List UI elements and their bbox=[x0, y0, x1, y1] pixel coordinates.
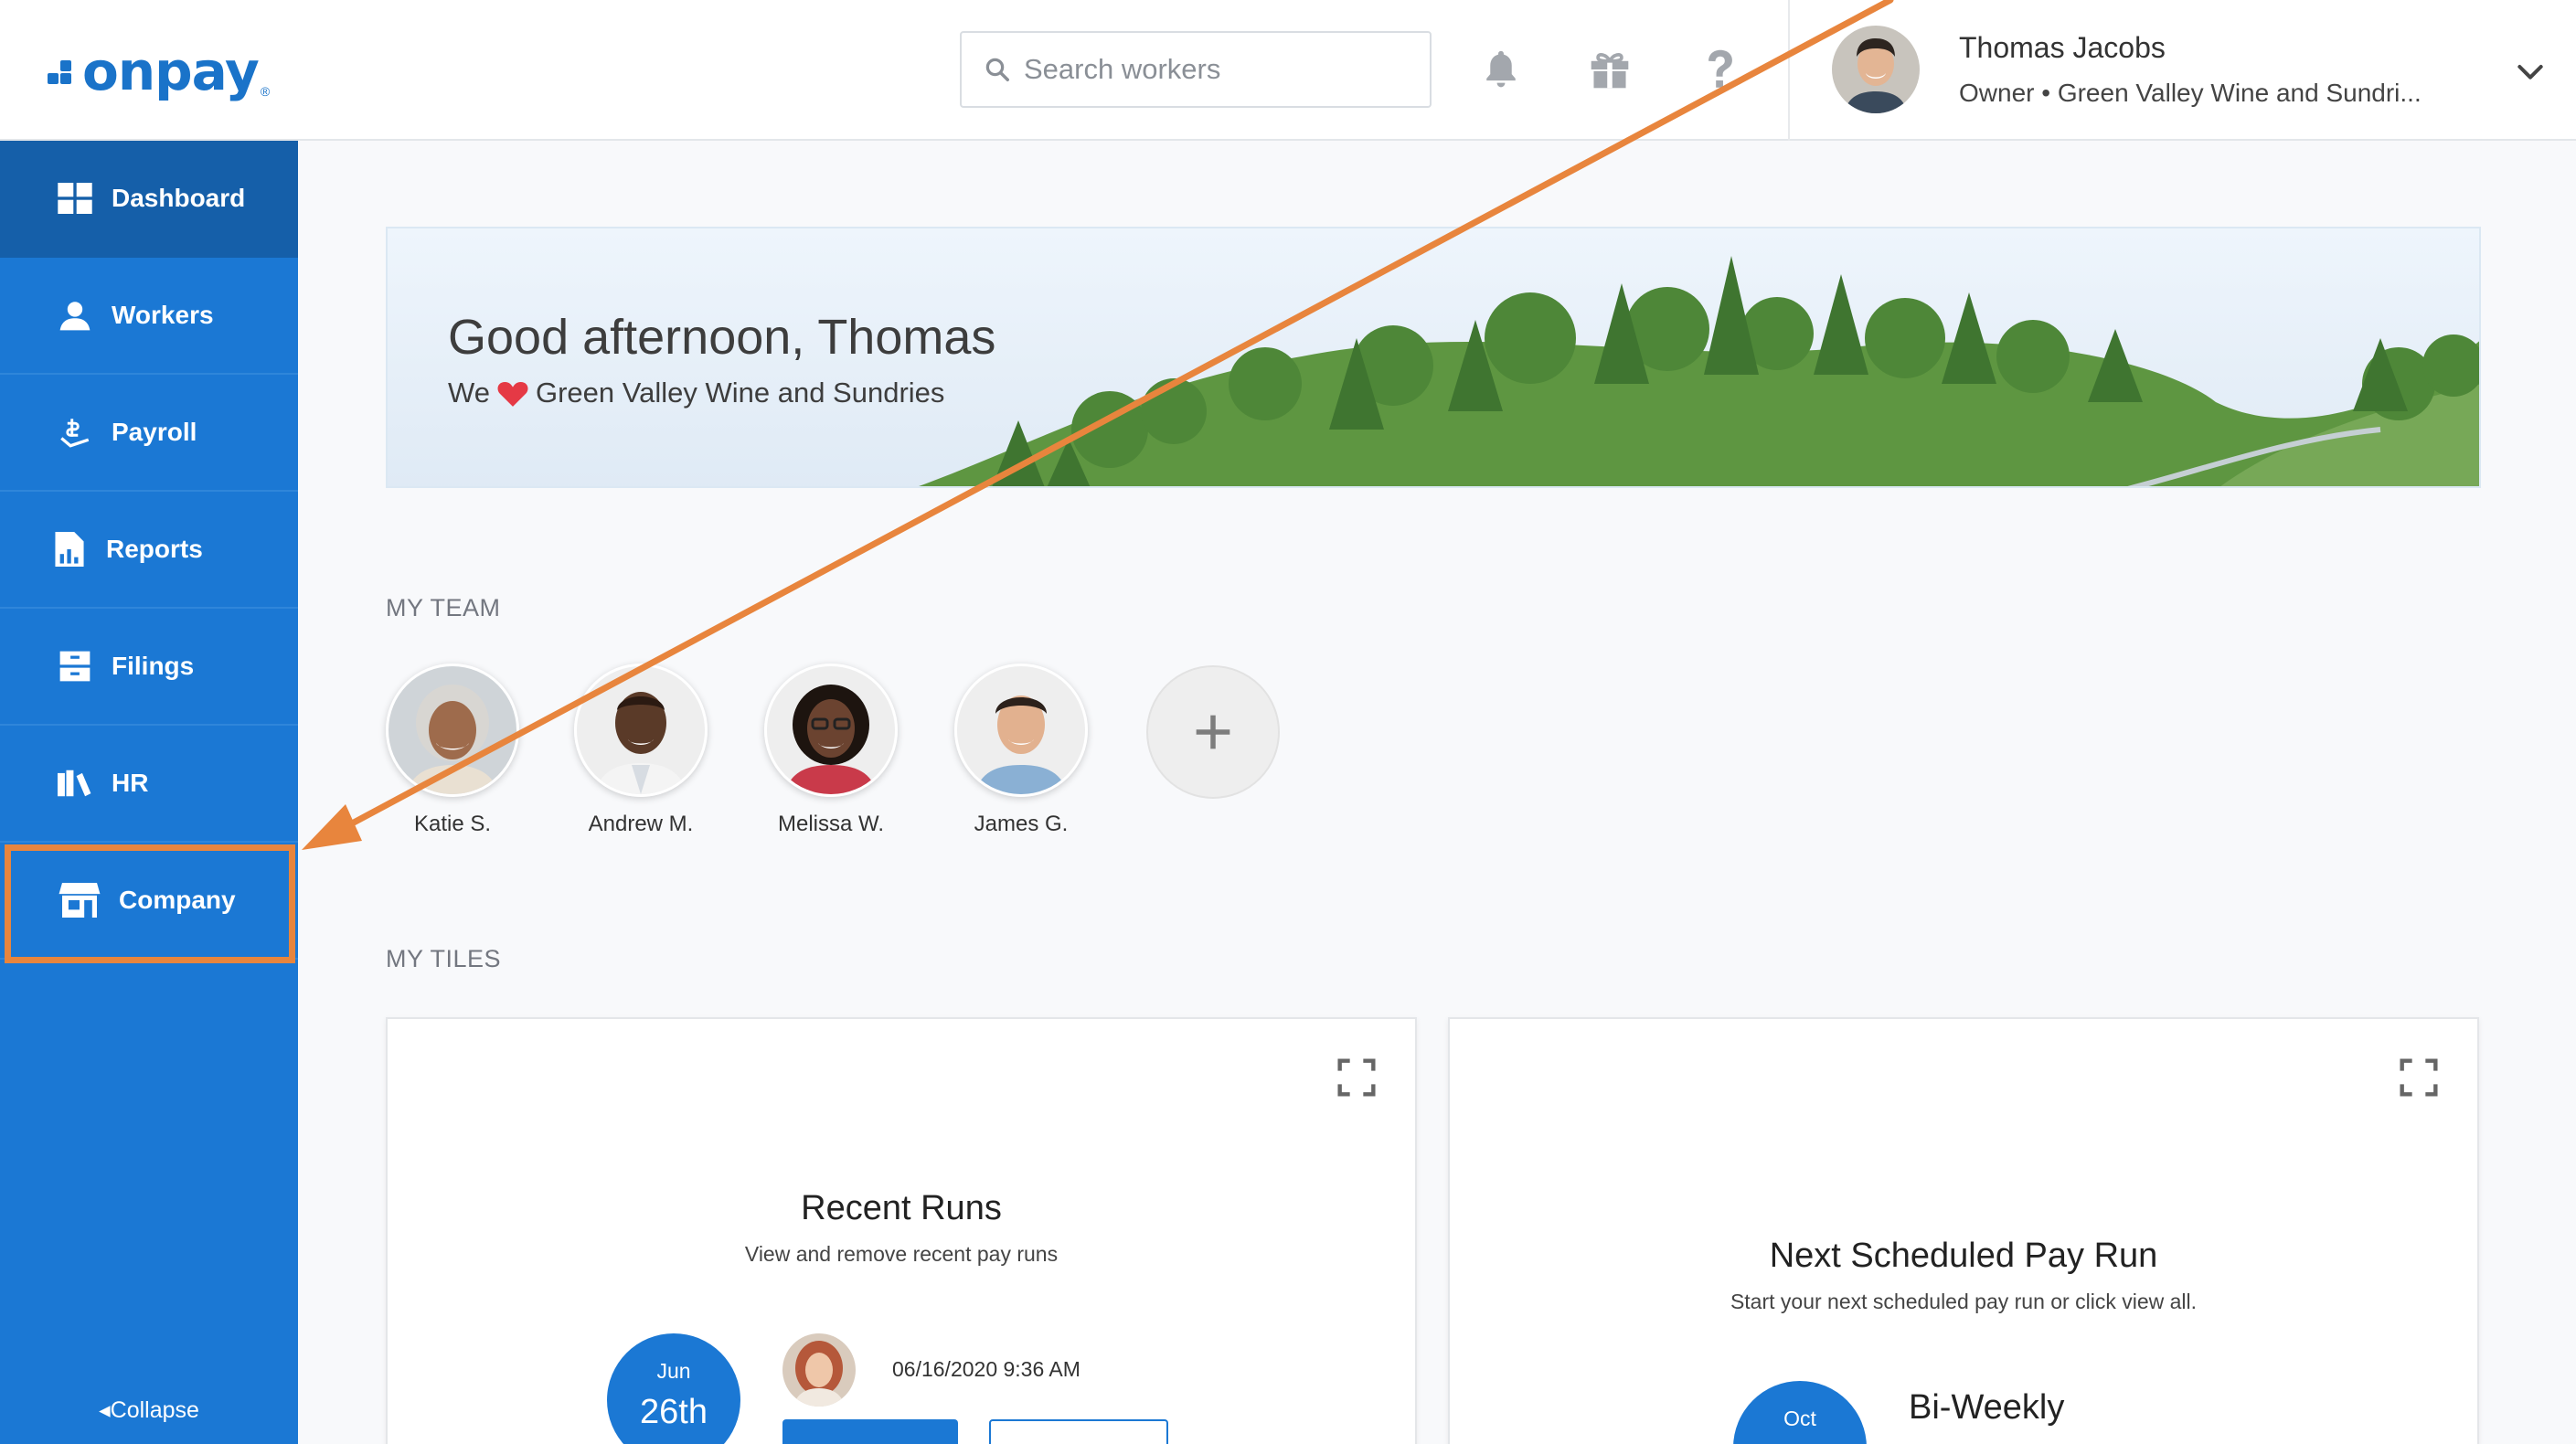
member-name: Melissa W. bbox=[777, 812, 884, 836]
hr-icon bbox=[57, 765, 93, 802]
run-primary-button[interactable] bbox=[782, 1419, 958, 1444]
pay-date-badge: Oct bbox=[1733, 1381, 1867, 1444]
team-member-andrew[interactable]: Andrew M. bbox=[572, 664, 709, 837]
user-role: Owner • Green Valley Wine and Sundri... bbox=[1959, 79, 2422, 107]
avatar bbox=[764, 664, 898, 797]
my-tiles-label: MY TILES bbox=[386, 945, 502, 972]
sidebar-item-filings[interactable]: Filings bbox=[0, 609, 298, 726]
member-name: Andrew M. bbox=[588, 812, 694, 836]
add-team-member-button[interactable] bbox=[1146, 665, 1280, 799]
sidebar-item-label: Reports bbox=[106, 535, 203, 563]
pay-frequency: Bi-Weekly bbox=[1909, 1388, 2065, 1427]
dashboard-icon bbox=[57, 180, 93, 217]
member-name: James G. bbox=[974, 812, 1069, 836]
sidebar-item-label: Filings bbox=[112, 652, 195, 680]
top-header: onpay ® Search workers Thomas Jacobs Own… bbox=[0, 0, 2576, 141]
run-secondary-button[interactable] bbox=[989, 1419, 1168, 1444]
tile-title: Next Scheduled Pay Run bbox=[1769, 1237, 2158, 1275]
avatar bbox=[386, 664, 519, 797]
tile-title: Recent Runs bbox=[801, 1189, 1002, 1227]
greeting-banner: Good afternoon, Thomas We Green Valley W… bbox=[386, 227, 2481, 488]
logo-registered-mark: ® bbox=[260, 84, 271, 99]
help-icon[interactable] bbox=[1691, 40, 1750, 99]
sidebar-item-dashboard[interactable]: Dashboard bbox=[0, 141, 298, 258]
logo-mark-icon bbox=[48, 60, 77, 90]
user-name: Thomas Jacobs bbox=[1959, 31, 2166, 64]
greeting-title: Good afternoon, Thomas bbox=[448, 310, 996, 365]
sidebar-item-workers[interactable]: Workers bbox=[0, 258, 298, 375]
sidebar-item-payroll[interactable]: Payroll bbox=[0, 375, 298, 492]
chevron-down-icon[interactable] bbox=[2512, 53, 2549, 90]
notifications-bell-icon[interactable] bbox=[1472, 40, 1530, 99]
plus-icon bbox=[1196, 715, 1230, 749]
header-divider bbox=[1788, 0, 1790, 141]
expand-icon[interactable] bbox=[2399, 1057, 2439, 1098]
search-input[interactable] bbox=[1024, 53, 1408, 86]
collapse-label: Collapse bbox=[110, 1397, 199, 1423]
greeting-prefix: We bbox=[448, 377, 490, 409]
run-timestamp: 06/16/2020 9:36 AM bbox=[892, 1357, 1080, 1381]
caret-left-icon: ◂ bbox=[99, 1397, 111, 1423]
payroll-icon bbox=[57, 414, 93, 451]
workers-icon bbox=[57, 297, 93, 334]
sidebar-item-label: HR bbox=[112, 769, 149, 797]
search-icon bbox=[985, 58, 1009, 81]
onpay-logo[interactable]: onpay ® bbox=[48, 35, 270, 108]
reports-icon bbox=[51, 531, 88, 568]
team-member-melissa[interactable]: Melissa W. bbox=[762, 664, 899, 837]
company-name: Green Valley Wine and Sundries bbox=[535, 377, 945, 409]
filings-icon bbox=[57, 648, 93, 685]
heart-icon bbox=[497, 381, 528, 407]
team-member-james[interactable]: James G. bbox=[953, 664, 1090, 837]
expand-icon[interactable] bbox=[1336, 1057, 1377, 1098]
tile-subtitle: View and remove recent pay runs bbox=[744, 1242, 1059, 1266]
avatar bbox=[574, 664, 708, 797]
search-box[interactable] bbox=[960, 31, 1432, 108]
next-pay-run-tile: Next Scheduled Pay Run Start your next s… bbox=[1448, 1017, 2479, 1444]
greeting-subtitle: We Green Valley Wine and Sundries bbox=[448, 377, 944, 409]
company-highlight-box bbox=[5, 844, 295, 963]
logo-text: onpay bbox=[82, 40, 260, 102]
run-month: Jun bbox=[656, 1359, 691, 1383]
team-member-katie[interactable]: Katie S. bbox=[384, 664, 521, 837]
run-author-avatar bbox=[782, 1333, 856, 1407]
tile-subtitle: Start your next scheduled pay run or cli… bbox=[1730, 1290, 2198, 1313]
pay-month: Oct bbox=[1783, 1407, 1816, 1430]
sidebar-item-label: Workers bbox=[112, 301, 214, 329]
gift-icon[interactable] bbox=[1581, 40, 1639, 99]
collapse-sidebar-button[interactable]: ◂Collapse bbox=[0, 1396, 298, 1424]
sidebar-item-label: Dashboard bbox=[112, 184, 246, 212]
run-date-badge: Jun 26th bbox=[607, 1333, 740, 1444]
my-team-label: MY TEAM bbox=[386, 594, 501, 621]
avatar bbox=[954, 664, 1088, 797]
sidebar-item-hr[interactable]: HR bbox=[0, 726, 298, 843]
recent-runs-tile: Recent Runs View and remove recent pay r… bbox=[386, 1017, 1417, 1444]
sidebar-item-reports[interactable]: Reports bbox=[0, 492, 298, 609]
sidebar-nav: Dashboard Workers Payroll Reports Filing… bbox=[0, 141, 298, 1444]
member-name: Katie S. bbox=[413, 812, 492, 836]
run-day: 26th bbox=[640, 1393, 708, 1431]
user-avatar[interactable] bbox=[1832, 26, 1920, 113]
sidebar-item-label: Payroll bbox=[112, 418, 197, 446]
